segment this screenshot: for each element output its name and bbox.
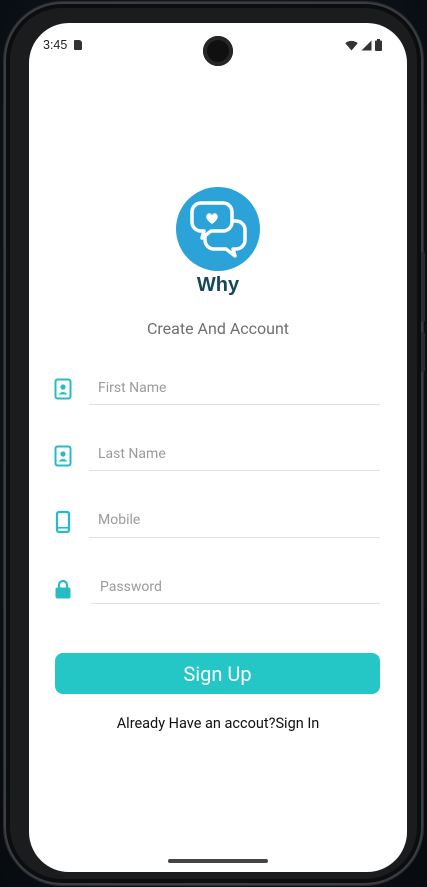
home-indicator[interactable] (168, 859, 268, 863)
mobile-underline (89, 537, 380, 538)
screen: 3:45 Why Create And Account First Name L… (29, 23, 407, 872)
app-logo (176, 187, 260, 271)
sim-card-icon (74, 40, 82, 50)
lock-icon (55, 579, 71, 599)
wifi-icon (345, 40, 358, 50)
status-icons (345, 39, 382, 51)
app-name: Why (196, 274, 240, 296)
page-subtitle: Create And Account (146, 319, 290, 338)
phone-icon (55, 510, 71, 534)
first-name-input[interactable] (98, 377, 378, 399)
chat-heart-icon (190, 201, 247, 258)
contact-card-icon (54, 445, 72, 467)
contact-card-icon (54, 378, 72, 400)
status-time: 3:45 (43, 38, 68, 52)
volume-button (421, 252, 425, 322)
power-button (421, 332, 425, 372)
signal-icon (361, 40, 372, 50)
battery-icon (375, 39, 382, 51)
sign-in-link[interactable]: Already Have an accout?Sign In (29, 715, 407, 732)
sign-up-button[interactable]: Sign Up (55, 653, 380, 694)
password-input[interactable] (100, 576, 378, 598)
first-name-underline (89, 404, 380, 405)
mobile-input[interactable] (98, 509, 378, 531)
password-underline (91, 603, 380, 604)
last-name-underline (89, 470, 380, 471)
status-bar: 3:45 (29, 23, 407, 67)
phone-frame: 3:45 Why Create And Account First Name L… (4, 2, 425, 885)
front-camera (203, 36, 233, 66)
last-name-input[interactable] (98, 443, 378, 465)
